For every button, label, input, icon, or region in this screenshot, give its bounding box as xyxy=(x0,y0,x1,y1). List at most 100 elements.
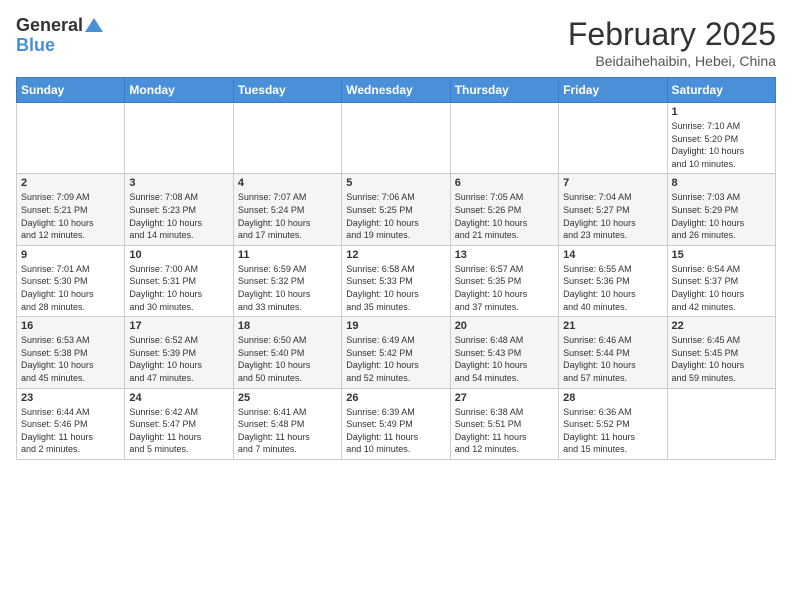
day-number: 7 xyxy=(563,177,662,189)
calendar-cell: 22 Sunrise: 6:45 AM Sunset: 5:45 PM Dayli… xyxy=(667,317,775,388)
calendar-cell: 25Sunrise: 6:41 AM Sunset: 5:48 PM Dayli… xyxy=(233,388,341,459)
calendar-week-row: 9 Sunrise: 7:01 AM Sunset: 5:30 PM Daylig… xyxy=(17,245,776,316)
calendar-cell: 26 Sunrise: 6:39 AM Sunset: 5:49 PM Dayli… xyxy=(342,388,450,459)
day-number: 24 xyxy=(129,392,228,404)
calendar-cell: 4 Sunrise: 7:07 AM Sunset: 5:24 PM Daylig… xyxy=(233,174,341,245)
day-info: Sunrise: 7:07 AM Sunset: 5:24 PM Dayligh… xyxy=(238,191,337,241)
page-header: General Blue February 2025 Beidaihehaibi… xyxy=(16,16,776,69)
calendar-cell: 2 Sunrise: 7:09 AM Sunset: 5:21 PM Daylig… xyxy=(17,174,125,245)
day-info: Sunrise: 6:38 AM Sunset: 5:51 PM Dayligh… xyxy=(455,406,554,456)
calendar-cell xyxy=(342,103,450,174)
day-info: Sunrise: 7:04 AM Sunset: 5:27 PM Dayligh… xyxy=(563,191,662,241)
day-info: Sunrise: 6:39 AM Sunset: 5:49 PM Dayligh… xyxy=(346,406,445,456)
weekday-header-thursday: Thursday xyxy=(450,78,558,103)
calendar-cell: 17 Sunrise: 6:52 AM Sunset: 5:39 PM Dayli… xyxy=(125,317,233,388)
weekday-header-wednesday: Wednesday xyxy=(342,78,450,103)
calendar-week-row: 23 Sunrise: 6:44 AM Sunset: 5:46 PM Dayli… xyxy=(17,388,776,459)
day-number: 18 xyxy=(238,320,337,332)
calendar-week-row: 16 Sunrise: 6:53 AM Sunset: 5:38 PM Dayli… xyxy=(17,317,776,388)
day-info: Sunrise: 6:45 AM Sunset: 5:45 PM Dayligh… xyxy=(672,334,771,384)
logo: General Blue xyxy=(16,16,103,56)
day-number: 17 xyxy=(129,320,228,332)
calendar-cell xyxy=(559,103,667,174)
day-info: Sunrise: 6:58 AM Sunset: 5:33 PM Dayligh… xyxy=(346,263,445,313)
day-number: 8 xyxy=(672,177,771,189)
calendar-cell xyxy=(17,103,125,174)
calendar-cell: 21Sunrise: 6:46 AM Sunset: 5:44 PM Dayli… xyxy=(559,317,667,388)
day-number: 11 xyxy=(238,249,337,261)
calendar-cell: 6 Sunrise: 7:05 AM Sunset: 5:26 PM Daylig… xyxy=(450,174,558,245)
day-info: Sunrise: 6:50 AM Sunset: 5:40 PM Dayligh… xyxy=(238,334,337,384)
day-number: 20 xyxy=(455,320,554,332)
month-title: February 2025 xyxy=(568,16,776,53)
weekday-header-sunday: Sunday xyxy=(17,78,125,103)
calendar-cell: 11 Sunrise: 6:59 AM Sunset: 5:32 PM Dayli… xyxy=(233,245,341,316)
day-number: 2 xyxy=(21,177,120,189)
weekday-header-friday: Friday xyxy=(559,78,667,103)
weekday-header-saturday: Saturday xyxy=(667,78,775,103)
day-number: 5 xyxy=(346,177,445,189)
logo-icon xyxy=(85,16,103,34)
day-number: 4 xyxy=(238,177,337,189)
day-info: Sunrise: 6:36 AM Sunset: 5:52 PM Dayligh… xyxy=(563,406,662,456)
day-number: 26 xyxy=(346,392,445,404)
day-info: Sunrise: 6:48 AM Sunset: 5:43 PM Dayligh… xyxy=(455,334,554,384)
day-number: 9 xyxy=(21,249,120,261)
day-info: Sunrise: 6:55 AM Sunset: 5:36 PM Dayligh… xyxy=(563,263,662,313)
calendar-cell: 10Sunrise: 7:00 AM Sunset: 5:31 PM Dayli… xyxy=(125,245,233,316)
calendar-cell xyxy=(667,388,775,459)
calendar-cell: 15 Sunrise: 6:54 AM Sunset: 5:37 PM Dayli… xyxy=(667,245,775,316)
calendar-cell xyxy=(233,103,341,174)
calendar-cell: 14Sunrise: 6:55 AM Sunset: 5:36 PM Dayli… xyxy=(559,245,667,316)
calendar-cell: 13Sunrise: 6:57 AM Sunset: 5:35 PM Dayli… xyxy=(450,245,558,316)
calendar-cell xyxy=(125,103,233,174)
calendar-cell: 18 Sunrise: 6:50 AM Sunset: 5:40 PM Dayli… xyxy=(233,317,341,388)
calendar-cell: 28 Sunrise: 6:36 AM Sunset: 5:52 PM Dayli… xyxy=(559,388,667,459)
calendar-week-row: 2 Sunrise: 7:09 AM Sunset: 5:21 PM Daylig… xyxy=(17,174,776,245)
day-info: Sunrise: 6:52 AM Sunset: 5:39 PM Dayligh… xyxy=(129,334,228,384)
weekday-header-tuesday: Tuesday xyxy=(233,78,341,103)
calendar-cell: 19Sunrise: 6:49 AM Sunset: 5:42 PM Dayli… xyxy=(342,317,450,388)
calendar-cell: 7 Sunrise: 7:04 AM Sunset: 5:27 PM Daylig… xyxy=(559,174,667,245)
calendar-cell: 23 Sunrise: 6:44 AM Sunset: 5:46 PM Dayli… xyxy=(17,388,125,459)
day-info: Sunrise: 7:10 AM Sunset: 5:20 PM Dayligh… xyxy=(672,120,771,170)
calendar-cell: 16 Sunrise: 6:53 AM Sunset: 5:38 PM Dayli… xyxy=(17,317,125,388)
calendar-week-row: 1Sunrise: 7:10 AM Sunset: 5:20 PM Daylig… xyxy=(17,103,776,174)
day-number: 28 xyxy=(563,392,662,404)
day-number: 10 xyxy=(129,249,228,261)
day-info: Sunrise: 6:54 AM Sunset: 5:37 PM Dayligh… xyxy=(672,263,771,313)
day-info: Sunrise: 6:53 AM Sunset: 5:38 PM Dayligh… xyxy=(21,334,120,384)
day-info: Sunrise: 6:49 AM Sunset: 5:42 PM Dayligh… xyxy=(346,334,445,384)
day-info: Sunrise: 7:05 AM Sunset: 5:26 PM Dayligh… xyxy=(455,191,554,241)
day-info: Sunrise: 6:59 AM Sunset: 5:32 PM Dayligh… xyxy=(238,263,337,313)
day-info: Sunrise: 6:57 AM Sunset: 5:35 PM Dayligh… xyxy=(455,263,554,313)
day-info: Sunrise: 6:46 AM Sunset: 5:44 PM Dayligh… xyxy=(563,334,662,384)
day-info: Sunrise: 7:09 AM Sunset: 5:21 PM Dayligh… xyxy=(21,191,120,241)
weekday-header-monday: Monday xyxy=(125,78,233,103)
calendar-cell: 1Sunrise: 7:10 AM Sunset: 5:20 PM Daylig… xyxy=(667,103,775,174)
title-block: February 2025 Beidaihehaibin, Hebei, Chi… xyxy=(568,16,776,69)
day-number: 23 xyxy=(21,392,120,404)
calendar-table: SundayMondayTuesdayWednesdayThursdayFrid… xyxy=(16,77,776,460)
day-number: 16 xyxy=(21,320,120,332)
calendar-cell: 27 Sunrise: 6:38 AM Sunset: 5:51 PM Dayli… xyxy=(450,388,558,459)
day-info: Sunrise: 6:42 AM Sunset: 5:47 PM Dayligh… xyxy=(129,406,228,456)
day-number: 27 xyxy=(455,392,554,404)
day-info: Sunrise: 7:01 AM Sunset: 5:30 PM Dayligh… xyxy=(21,263,120,313)
calendar-cell: 8Sunrise: 7:03 AM Sunset: 5:29 PM Daylig… xyxy=(667,174,775,245)
calendar-cell: 3Sunrise: 7:08 AM Sunset: 5:23 PM Daylig… xyxy=(125,174,233,245)
day-number: 3 xyxy=(129,177,228,189)
day-number: 15 xyxy=(672,249,771,261)
day-number: 25 xyxy=(238,392,337,404)
day-info: Sunrise: 7:06 AM Sunset: 5:25 PM Dayligh… xyxy=(346,191,445,241)
calendar-cell xyxy=(450,103,558,174)
calendar-cell: 24 Sunrise: 6:42 AM Sunset: 5:47 PM Dayli… xyxy=(125,388,233,459)
day-number: 6 xyxy=(455,177,554,189)
location: Beidaihehaibin, Hebei, China xyxy=(568,53,776,69)
day-info: Sunrise: 6:44 AM Sunset: 5:46 PM Dayligh… xyxy=(21,406,120,456)
calendar-cell: 5 Sunrise: 7:06 AM Sunset: 5:25 PM Daylig… xyxy=(342,174,450,245)
day-number: 22 xyxy=(672,320,771,332)
logo-general-text: General xyxy=(16,16,83,36)
calendar-cell: 12Sunrise: 6:58 AM Sunset: 5:33 PM Dayli… xyxy=(342,245,450,316)
weekday-header-row: SundayMondayTuesdayWednesdayThursdayFrid… xyxy=(17,78,776,103)
